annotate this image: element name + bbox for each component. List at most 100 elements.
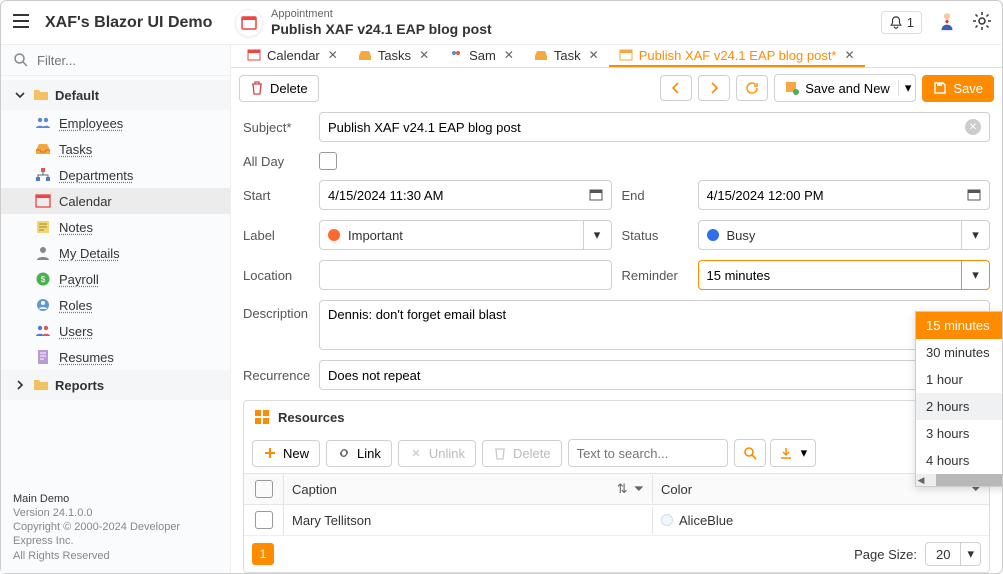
search-input[interactable] — [577, 446, 719, 461]
link-icon — [337, 446, 351, 460]
h-scrollbar[interactable]: ◀▶ — [916, 474, 1002, 486]
reminder-option[interactable]: 3 hours — [916, 420, 1002, 447]
chevron-down-icon[interactable]: ▾ — [961, 261, 989, 289]
page-size-select[interactable]: 20▾ — [925, 542, 981, 566]
sidebar-item-calendar[interactable]: Calendar — [1, 188, 230, 214]
save-and-new-button[interactable]: Save and New▾ — [774, 74, 916, 102]
subject-input[interactable] — [328, 120, 965, 135]
user-avatar[interactable] — [936, 10, 958, 35]
sidebar-group-reports[interactable]: Reports — [1, 370, 230, 400]
filter-box[interactable] — [1, 45, 230, 76]
calendar-picker-icon[interactable] — [967, 188, 981, 202]
location-input[interactable] — [328, 268, 603, 283]
note-icon — [35, 219, 51, 235]
settings-button[interactable] — [972, 11, 992, 34]
sidebar-item-tasks[interactable]: Tasks — [1, 136, 230, 162]
tab-sam[interactable]: Sam✕ — [439, 45, 524, 67]
reminder-option[interactable]: 30 minutes — [916, 339, 1002, 366]
folder-icon — [33, 87, 49, 103]
search-field[interactable] — [568, 439, 728, 467]
label-select[interactable]: Important▾ — [319, 220, 612, 250]
res-delete-button[interactable]: Delete — [482, 440, 562, 467]
status-select[interactable]: Busy▾ — [698, 220, 991, 250]
reminder-option[interactable]: 4 hours — [916, 447, 1002, 474]
reminder-option[interactable]: 15 minutes — [916, 312, 1002, 339]
sidebar-group-default[interactable]: Default — [1, 80, 230, 110]
folder-icon — [33, 377, 49, 393]
sidebar-item-resumes[interactable]: Resumes — [1, 344, 230, 370]
chevron-down-icon — [13, 88, 27, 102]
sidebar-item-departments[interactable]: Departments — [1, 162, 230, 188]
link-button[interactable]: Link — [326, 440, 392, 467]
unlink-button[interactable]: Unlink — [398, 440, 476, 467]
close-icon[interactable]: ✕ — [504, 48, 514, 62]
reminder-dropdown[interactable]: 15 minutes 30 minutes 1 hour 2 hours 3 h… — [915, 311, 1002, 487]
table-row[interactable]: Mary Tellitson AliceBlue — [244, 505, 989, 536]
search-button[interactable] — [734, 439, 766, 467]
filter-input[interactable] — [37, 53, 218, 68]
close-icon[interactable]: ✕ — [845, 48, 855, 62]
sidebar-item-employees[interactable]: Employees — [1, 110, 230, 136]
close-icon[interactable]: ✕ — [419, 48, 429, 62]
filter-icon[interactable]: ⏷ — [634, 481, 644, 497]
recurrence-input[interactable] — [328, 368, 981, 383]
col-caption-header[interactable]: Caption⇅⏷ — [284, 475, 653, 503]
sidebar-item-users[interactable]: Users — [1, 318, 230, 344]
refresh-button[interactable] — [736, 75, 768, 101]
subject-field[interactable]: ✕ — [319, 112, 990, 142]
start-field[interactable] — [319, 180, 612, 210]
sidebar-item-notes[interactable]: Notes — [1, 214, 230, 240]
chevron-right-icon — [707, 81, 721, 95]
notification-count: 1 — [907, 15, 914, 30]
label-status: Status — [622, 228, 688, 243]
label-allday: All Day — [243, 154, 309, 169]
description-field[interactable] — [319, 300, 990, 350]
tab-task[interactable]: Task✕ — [524, 45, 609, 67]
svg-text:$: $ — [41, 275, 46, 284]
clear-icon[interactable]: ✕ — [965, 119, 981, 135]
status-dot — [707, 229, 719, 241]
sidebar-item-roles[interactable]: Roles — [1, 292, 230, 318]
label-subject: Subject* — [243, 120, 309, 135]
label-dot — [328, 229, 340, 241]
reminder-input[interactable] — [707, 268, 954, 283]
end-field[interactable] — [698, 180, 991, 210]
start-input[interactable] — [328, 188, 589, 203]
page-1-button[interactable]: 1 — [252, 543, 274, 565]
reminder-option[interactable]: 1 hour — [916, 366, 1002, 393]
sidebar-item-my-details[interactable]: My Details — [1, 240, 230, 266]
sidebar-item-payroll[interactable]: $Payroll — [1, 266, 230, 292]
new-button[interactable]: New — [252, 440, 320, 467]
export-button[interactable]: ▾ — [770, 439, 817, 467]
sort-icon[interactable]: ⇅ — [617, 481, 628, 497]
location-field[interactable] — [319, 260, 612, 290]
end-input[interactable] — [707, 188, 968, 203]
next-button[interactable] — [698, 75, 730, 101]
chevron-down-icon[interactable]: ▾ — [898, 80, 912, 96]
description-input[interactable] — [328, 307, 981, 322]
inbox-icon — [35, 141, 51, 157]
chevron-down-icon[interactable]: ▾ — [960, 543, 980, 565]
row-checkbox[interactable] — [255, 511, 273, 529]
hamburger-icon[interactable] — [11, 11, 31, 34]
reminder-option[interactable]: 2 hours — [916, 393, 1002, 420]
delete-button[interactable]: Delete — [239, 75, 319, 102]
chevron-down-icon[interactable]: ▾ — [961, 221, 989, 249]
close-icon[interactable]: ✕ — [328, 48, 338, 62]
chevron-down-icon[interactable]: ▾ — [583, 221, 611, 249]
label-start: Start — [243, 188, 309, 203]
recurrence-field[interactable] — [319, 360, 990, 390]
save-button[interactable]: Save — [922, 75, 994, 102]
close-icon[interactable]: ✕ — [589, 48, 599, 62]
prev-button[interactable] — [660, 75, 692, 101]
notification-button[interactable]: 1 — [881, 11, 922, 34]
bell-icon — [889, 16, 903, 30]
reminder-select[interactable]: ▾ — [698, 260, 991, 290]
label-recurrence: Recurrence — [243, 368, 309, 383]
tab-calendar[interactable]: Calendar✕ — [237, 45, 348, 67]
calendar-picker-icon[interactable] — [589, 188, 603, 202]
select-all-checkbox[interactable] — [255, 480, 273, 498]
allday-checkbox[interactable] — [319, 152, 337, 170]
tab-tasks[interactable]: Tasks✕ — [348, 45, 439, 67]
tab-publish[interactable]: Publish XAF v24.1 EAP blog post*✕ — [609, 45, 865, 67]
